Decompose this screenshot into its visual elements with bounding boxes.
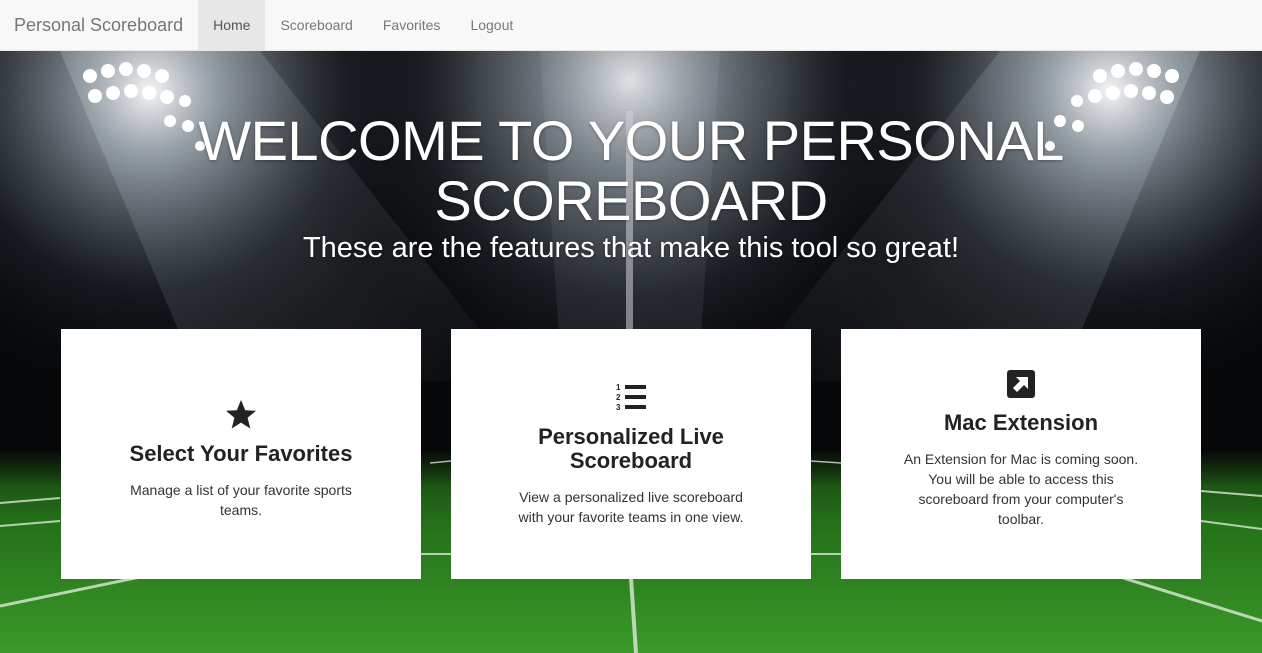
feature-card-favorites: Select Your Favorites Manage a list of y… [61, 329, 421, 579]
nav-menu: Home Scoreboard Favorites Logout [198, 0, 528, 50]
nav-item-home[interactable]: Home [198, 0, 266, 50]
nav-item-favorites[interactable]: Favorites [368, 0, 456, 50]
star-icon [226, 400, 256, 429]
nav-item-scoreboard[interactable]: Scoreboard [265, 0, 367, 50]
brand-link[interactable]: Personal Scoreboard [0, 0, 198, 50]
hero-subtitle: These are the features that make this to… [302, 232, 960, 264]
hero-section: WELCOME TO YOUR PERSONAL SCOREBOARD Thes… [0, 51, 1262, 653]
feature-description: An Extension for Mac is coming soon. You… [903, 451, 1139, 527]
feature-title: Personalized Live Scoreboard [538, 424, 724, 473]
svg-text:2: 2 [616, 393, 621, 402]
feature-card-mac-extension: Mac Extension An Extension for Mac is co… [841, 329, 1201, 579]
feature-description: Manage a list of your favorite sports te… [130, 482, 352, 518]
external-link-icon [1007, 370, 1035, 398]
svg-text:3: 3 [616, 403, 621, 412]
top-navbar: Personal Scoreboard Home Scoreboard Favo… [0, 0, 1262, 51]
ordered-list-icon: 1 2 3 [616, 383, 646, 412]
feature-card-live-scoreboard: 1 2 3 Personalized Live Scoreboard View … [451, 329, 811, 579]
feature-description: View a personalized live scoreboard with… [518, 489, 744, 525]
hero-title: WELCOME TO YOUR PERSONAL SCOREBOARD [198, 109, 1064, 232]
feature-title: Select Your Favorites [129, 441, 353, 466]
feature-title: Mac Extension [943, 410, 1099, 435]
svg-text:1: 1 [616, 383, 621, 392]
nav-item-logout[interactable]: Logout [455, 0, 528, 50]
